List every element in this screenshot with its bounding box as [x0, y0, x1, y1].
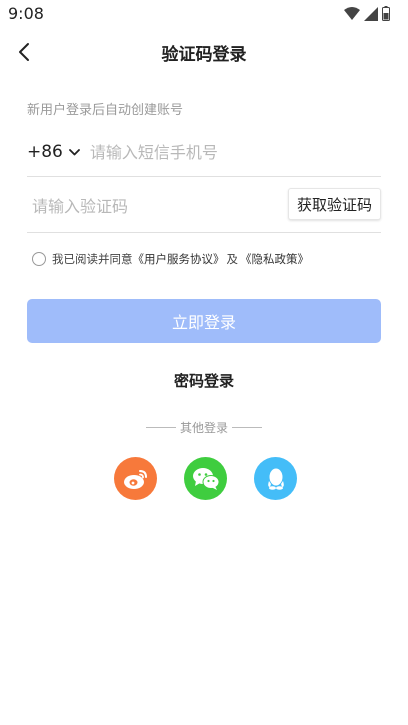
agreement-row: 我已阅读并同意 《用户服务协议》 及 《隐私政策》 [32, 251, 309, 267]
social-login-row [114, 457, 297, 500]
phone-input[interactable] [89, 142, 350, 162]
page-title: 验证码登录 [161, 45, 247, 65]
phone-row: +86 [27, 128, 381, 177]
weibo-icon [123, 469, 147, 489]
user-agreement-link[interactable]: 《用户服务协议》 [133, 251, 225, 267]
country-code-selector[interactable]: +86 [27, 142, 80, 162]
country-code-value: +86 [27, 142, 63, 162]
password-login-row: 密码登录 [0, 370, 408, 391]
password-login-link[interactable]: 密码登录 [174, 372, 234, 390]
other-login-divider: 其他登录 [0, 419, 408, 436]
status-icons [344, 6, 390, 21]
code-row: 获取验证码 [27, 180, 381, 233]
wechat-login-button[interactable] [184, 457, 227, 500]
battery-icon [382, 6, 390, 21]
qq-login-button[interactable] [254, 457, 297, 500]
new-user-hint: 新用户登录后自动创建账号 [27, 103, 184, 118]
divider-line-left [145, 427, 176, 428]
nav-bar: 验证码登录 [0, 30, 408, 74]
qq-icon [267, 468, 284, 490]
agreement-and: 及 [226, 252, 239, 266]
privacy-policy-link[interactable]: 《隐私政策》 [240, 251, 309, 267]
signal-icon [364, 6, 378, 21]
get-code-button[interactable]: 获取验证码 [287, 188, 381, 220]
other-login-label: 其他登录 [179, 421, 228, 435]
agreement-radio[interactable] [32, 252, 46, 266]
divider-line-right [232, 427, 262, 428]
weibo-login-button[interactable] [114, 457, 157, 500]
status-bar: 9:08 [0, 0, 408, 30]
login-button[interactable]: 立即登录 [27, 299, 381, 343]
wifi-icon [344, 6, 360, 20]
verification-code-input[interactable] [32, 196, 272, 216]
chevron-down-icon [68, 148, 80, 155]
agreement-prefix: 我已阅读并同意 [52, 252, 133, 266]
wechat-icon [192, 467, 219, 490]
status-time: 9:08 [8, 4, 44, 23]
